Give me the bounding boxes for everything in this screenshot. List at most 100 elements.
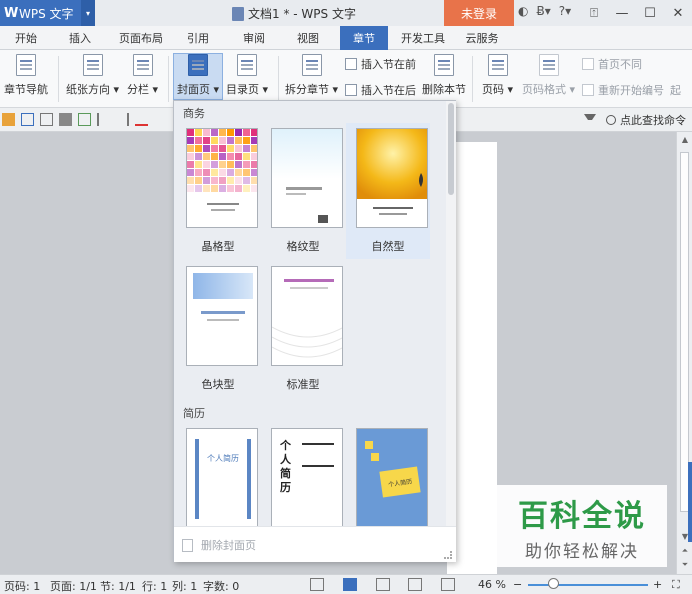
page-number-button[interactable]: 页码 ▾: [482, 54, 513, 97]
resume-template-3[interactable]: 个人简历: [346, 423, 430, 526]
crystal-tile: [203, 153, 210, 160]
crystal-tile: [211, 177, 218, 184]
cover-plaid-thumbnail: [271, 128, 343, 228]
page-view-icon[interactable]: [343, 578, 357, 591]
minimize-icon[interactable]: —: [608, 0, 636, 26]
tab-start[interactable]: 开始: [2, 26, 50, 50]
crystal-tile: [219, 177, 226, 184]
crystal-tile: [235, 161, 242, 168]
crystal-tile: [235, 177, 242, 184]
tab-developer[interactable]: 开发工具: [394, 26, 452, 50]
gallery-footer: 删除封面页: [174, 526, 456, 562]
fullscreen-icon[interactable]: [310, 578, 324, 591]
gallery-scrollbar[interactable]: [446, 101, 456, 526]
title-icons: ◐ Ƀ▾ ?▾: [518, 4, 571, 18]
next-page-icon[interactable]: ⏷: [679, 560, 691, 570]
insert-section-after-button[interactable]: 插入节在后: [345, 82, 416, 98]
zoom-slider-handle[interactable]: [548, 578, 559, 589]
tab-chapter[interactable]: 章节: [340, 26, 388, 50]
split-chapter-button[interactable]: 拆分章节 ▾: [285, 54, 338, 97]
app-menu-button[interactable]: W WPS 文字 ▾: [0, 0, 95, 26]
resize-grip-icon[interactable]: [444, 551, 452, 559]
crystal-tile: [251, 185, 257, 192]
section-business-label: 商务: [183, 107, 205, 120]
tab-references[interactable]: 引用: [176, 26, 220, 50]
first-page-different-checkbox[interactable]: 首页不同: [582, 56, 642, 72]
insert-section-before-label: 插入节在前: [361, 58, 416, 71]
skin-icon[interactable]: ◐: [518, 4, 528, 18]
zoom-out-button[interactable]: −: [513, 578, 522, 591]
print-preview-icon[interactable]: [78, 113, 91, 126]
page-number-text: 页码: [482, 83, 504, 96]
cover-nature[interactable]: 自然型: [346, 123, 430, 259]
tab-page-layout[interactable]: 页面布局: [112, 26, 170, 50]
format-painter-icon[interactable]: [135, 113, 148, 126]
page-number-format-button[interactable]: 页码格式 ▾: [522, 54, 575, 97]
save-icon[interactable]: [21, 113, 34, 126]
restore-panel-icon[interactable]: ⍐: [580, 0, 608, 26]
outline-view-icon[interactable]: [376, 578, 390, 591]
columns-button[interactable]: 分栏 ▾: [127, 54, 158, 97]
print-icon[interactable]: [59, 113, 72, 126]
reading-view-icon[interactable]: [441, 578, 455, 591]
crystal-tile: [227, 161, 234, 168]
checkbox-icon: [582, 58, 594, 70]
prev-page-icon[interactable]: ⏶: [679, 546, 691, 556]
delete-cover-button[interactable]: 删除封面页: [182, 537, 256, 553]
side-panel-tab[interactable]: [688, 462, 692, 542]
open-folder-icon[interactable]: [2, 113, 15, 126]
crystal-tile: [203, 169, 210, 176]
cover-standard[interactable]: 标准型: [261, 261, 345, 397]
resume-3-title: 个人简历: [379, 466, 421, 498]
maximize-icon[interactable]: ☐: [636, 0, 664, 26]
tab-insert[interactable]: 插入: [56, 26, 104, 50]
cover-nature-label: 自然型: [371, 240, 405, 253]
toc-page-button[interactable]: 目录页 ▾: [226, 54, 268, 97]
filter-icon[interactable]: [584, 114, 596, 124]
help-icon[interactable]: ?▾: [559, 4, 571, 18]
chapter-nav-button[interactable]: 章节导航: [4, 54, 48, 97]
tab-cloud[interactable]: 云服务: [456, 26, 508, 50]
web-view-icon[interactable]: [408, 578, 422, 591]
cover-plaid[interactable]: 格纹型: [261, 123, 345, 259]
crystal-tile: [243, 177, 250, 184]
insert-section-before-button[interactable]: 插入节在前: [345, 56, 416, 72]
scroll-thumb[interactable]: [680, 152, 689, 512]
fit-window-icon[interactable]: ⛶: [672, 578, 680, 592]
delete-section-button[interactable]: 删除本节: [422, 54, 466, 97]
feedback-icon[interactable]: Ƀ▾: [536, 4, 550, 18]
vertical-scrollbar[interactable]: ▲ ▼ ⏶ ⏷: [676, 132, 692, 574]
zoom-slider[interactable]: [528, 584, 648, 586]
tab-review[interactable]: 审阅: [232, 26, 276, 50]
gallery-scroll-thumb[interactable]: [448, 103, 454, 195]
paper-orientation-button[interactable]: 纸张方向 ▾: [66, 54, 119, 97]
cover-crystal[interactable]: 晶格型: [176, 123, 260, 259]
app-menu-chevron-down-icon[interactable]: ▾: [81, 0, 95, 26]
resume-template-3-thumbnail: 个人简历: [356, 428, 428, 526]
scroll-down-icon[interactable]: ▼: [679, 532, 691, 542]
resume-template-2[interactable]: 个人简历: [261, 423, 345, 526]
undo-icon[interactable]: [97, 113, 110, 126]
resume-template-1[interactable]: 个人简历: [176, 423, 260, 526]
crystal-tile: [187, 137, 194, 144]
tab-view[interactable]: 视图: [286, 26, 330, 50]
resume-template-1-thumbnail: 个人简历: [186, 428, 258, 526]
crystal-tile: [235, 169, 242, 176]
zoom-level: 46 %: [478, 578, 506, 591]
crystal-tile: [227, 145, 234, 152]
zoom-in-button[interactable]: +: [653, 578, 662, 591]
export-pdf-icon[interactable]: [40, 113, 53, 126]
find-command-box[interactable]: 点此查找命令: [606, 112, 686, 128]
close-icon[interactable]: ✕: [664, 0, 692, 26]
restart-numbering-checkbox[interactable]: 重新开始编号: [582, 82, 664, 98]
crystal-tile: [211, 153, 218, 160]
resume-1-title: 个人简历: [207, 454, 239, 463]
scroll-up-icon[interactable]: ▲: [679, 135, 691, 145]
toc-page-label: 目录页 ▾: [226, 83, 269, 96]
redo-icon[interactable]: [116, 113, 129, 126]
cover-color-block[interactable]: 色块型: [176, 261, 260, 397]
cover-page-button[interactable]: 封面页 ▾: [173, 53, 224, 100]
cover-nature-thumbnail: [356, 128, 428, 228]
login-button[interactable]: 未登录: [444, 0, 514, 26]
checkbox-icon: [582, 84, 594, 96]
